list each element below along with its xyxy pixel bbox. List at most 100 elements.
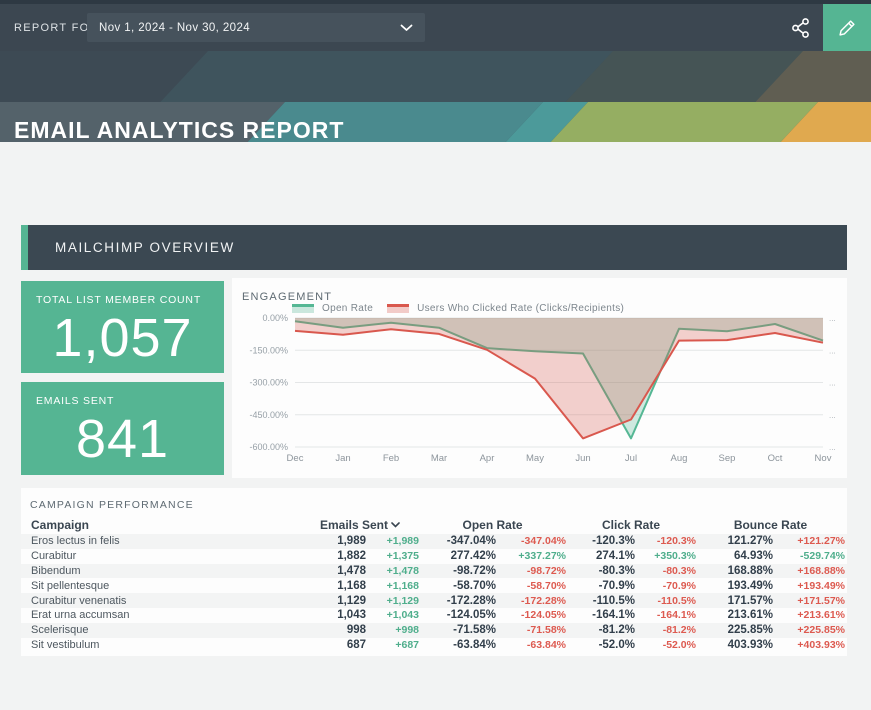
column-header-emails-sent[interactable]: Emails Sent — [301, 518, 419, 532]
metric-delta: +193.49% — [773, 580, 845, 592]
clicked-rate-area — [295, 318, 823, 438]
metric-value: -81.2% — [566, 624, 635, 636]
metric-delta: +998 — [366, 624, 419, 636]
metric-value: -172.28% — [419, 595, 496, 607]
metric-delta: -80.3% — [635, 565, 696, 577]
metric-delta: -529.74% — [773, 550, 845, 562]
table-section-title: CAMPAIGN PERFORMANCE — [30, 499, 194, 511]
metric-delta: -124.05% — [496, 609, 566, 621]
x-axis-tick-label: May — [526, 453, 544, 464]
metric-delta: -71.58% — [496, 624, 566, 636]
metric-value: 225.85% — [696, 624, 773, 636]
x-axis-tick-label: Mar — [431, 453, 447, 464]
table-row[interactable]: Sit vestibulum687+687-63.84%-63.84%-52.0… — [21, 638, 847, 653]
metric-delta: -164.1% — [635, 609, 696, 621]
date-range-dropdown[interactable]: Nov 1, 2024 - Nov 30, 2024 — [87, 13, 425, 42]
section-title: MAILCHIMP OVERVIEW — [55, 240, 235, 255]
banner-shape — [551, 102, 818, 142]
metric-value: 403.93% — [696, 639, 773, 651]
topbar: REPORT FOR Nov 1, 2024 - Nov 30, 2024 — [0, 4, 871, 51]
metric-delta: +1,989 — [366, 535, 419, 547]
metric-value: 1,129 — [301, 595, 366, 607]
column-header-open-rate: Open Rate — [419, 518, 566, 532]
campaign-name: Curabitur venenatis — [31, 595, 301, 607]
metric-delta: -63.84% — [496, 639, 566, 651]
metric-delta: +1,129 — [366, 595, 419, 607]
column-header-label: Campaign — [31, 518, 89, 532]
metric-delta: +1,375 — [366, 550, 419, 562]
kpi-card-emails-sent: EMAILS SENT 841 — [21, 382, 224, 475]
column-header-label: Bounce Rate — [734, 518, 807, 532]
metric-value: 1,882 — [301, 550, 366, 562]
metric-delta: -70.9% — [635, 580, 696, 592]
metric-value: -80.3% — [566, 565, 635, 577]
metric-value: 1,989 — [301, 535, 366, 547]
table-row[interactable]: Curabitur venenatis1,129+1,129-172.28%-1… — [21, 593, 847, 608]
metric-value: -124.05% — [419, 609, 496, 621]
metric-delta: +687 — [366, 639, 419, 651]
column-header-label: Click Rate — [602, 518, 660, 532]
edit-report-button[interactable] — [823, 4, 871, 51]
right-axis-truncated-label: ... — [829, 379, 836, 388]
campaign-name: Sit pellentesque — [31, 580, 301, 592]
x-axis-tick-label: Jan — [335, 453, 350, 464]
kpi-label: TOTAL LIST MEMBER COUNT — [21, 281, 224, 306]
date-range-value: Nov 1, 2024 - Nov 30, 2024 — [99, 22, 250, 34]
campaign-name: Bibendum — [31, 565, 301, 577]
metric-value: -52.0% — [566, 639, 635, 651]
metric-value: 171.57% — [696, 595, 773, 607]
campaign-name: Scelerisque — [31, 624, 301, 636]
campaign-performance-panel: CAMPAIGN PERFORMANCE Campaign Emails Sent… — [21, 488, 847, 656]
column-header-label: Open Rate — [462, 518, 522, 532]
column-header-label: Emails Sent — [320, 518, 388, 532]
share-icon — [790, 16, 812, 40]
metric-value: -120.3% — [566, 535, 635, 547]
right-axis-truncated-label: ... — [829, 411, 836, 420]
metric-delta: -81.2% — [635, 624, 696, 636]
sort-chevron-down-icon — [391, 522, 400, 528]
chevron-down-icon — [400, 24, 413, 32]
campaign-name: Erat urna accumsan — [31, 609, 301, 621]
metric-delta: +350.3% — [635, 550, 696, 562]
edit-pencil-icon — [836, 17, 858, 39]
campaign-name: Curabitur — [31, 550, 301, 562]
metric-delta: +213.61% — [773, 609, 845, 621]
x-axis-tick-label: Nov — [815, 453, 832, 464]
column-header-bounce-rate: Bounce Rate — [696, 518, 845, 532]
x-axis-tick-label: Jun — [575, 453, 590, 464]
metric-value: 274.1% — [566, 550, 635, 562]
metric-value: -347.04% — [419, 535, 496, 547]
metric-value: 168.88% — [696, 565, 773, 577]
y-axis-tick-label: 0.00% — [262, 313, 288, 323]
right-axis-truncated-label: ... — [829, 443, 836, 452]
metric-value: -58.70% — [419, 580, 496, 592]
share-button[interactable] — [779, 4, 823, 51]
metric-value: 1,168 — [301, 580, 366, 592]
metric-value: -63.84% — [419, 639, 496, 651]
table-row[interactable]: Eros lectus in felis1,989+1,989-347.04% -… — [21, 534, 847, 549]
y-axis-tick-label: -300.00% — [249, 378, 288, 388]
report-for-label: REPORT FOR — [14, 22, 99, 34]
topbar-actions — [779, 4, 871, 51]
metric-value: -164.1% — [566, 609, 635, 621]
metric-delta: +1,478 — [366, 565, 419, 577]
metric-value: 193.49% — [696, 580, 773, 592]
column-header-click-rate: Click Rate — [566, 518, 696, 532]
y-axis-tick-label: -150.00% — [249, 345, 288, 355]
table-row[interactable]: Erat urna accumsan1,043+1,043-124.05%-12… — [21, 608, 847, 623]
metric-delta: +225.85% — [773, 624, 845, 636]
table-row[interactable]: Scelerisque998+998-71.58%-71.58%-81.2%-8… — [21, 623, 847, 638]
table-row[interactable]: Bibendum1,478+1,478-98.72%-98.72%-80.3%-… — [21, 564, 847, 579]
section-header-mailchimp-overview: MAILCHIMP OVERVIEW — [21, 225, 847, 270]
engagement-chart-panel: ENGAGEMENT Open RateUsers Who Clicked Ra… — [232, 278, 847, 478]
engagement-chart: 0.00%...-150.00%...-300.00%...-450.00%..… — [232, 278, 847, 478]
table-header-row: Campaign Emails Sent Open Rate Click Rate Bo… — [21, 516, 847, 534]
table-row[interactable]: Sit pellentesque1,168+1,168-58.70%-58.70… — [21, 578, 847, 593]
metric-delta: -52.0% — [635, 639, 696, 651]
campaign-name: Sit vestibulum — [31, 639, 301, 651]
report-banner: EMAIL ANALYTICS REPORT — [0, 51, 871, 142]
table-row[interactable]: Curabitur1,882+1,375277.42%+337.27%274.1… — [21, 549, 847, 564]
x-axis-tick-label: Feb — [383, 453, 399, 464]
campaign-name: Eros lectus in felis — [31, 535, 301, 547]
y-axis-tick-label: -450.00% — [249, 410, 288, 420]
